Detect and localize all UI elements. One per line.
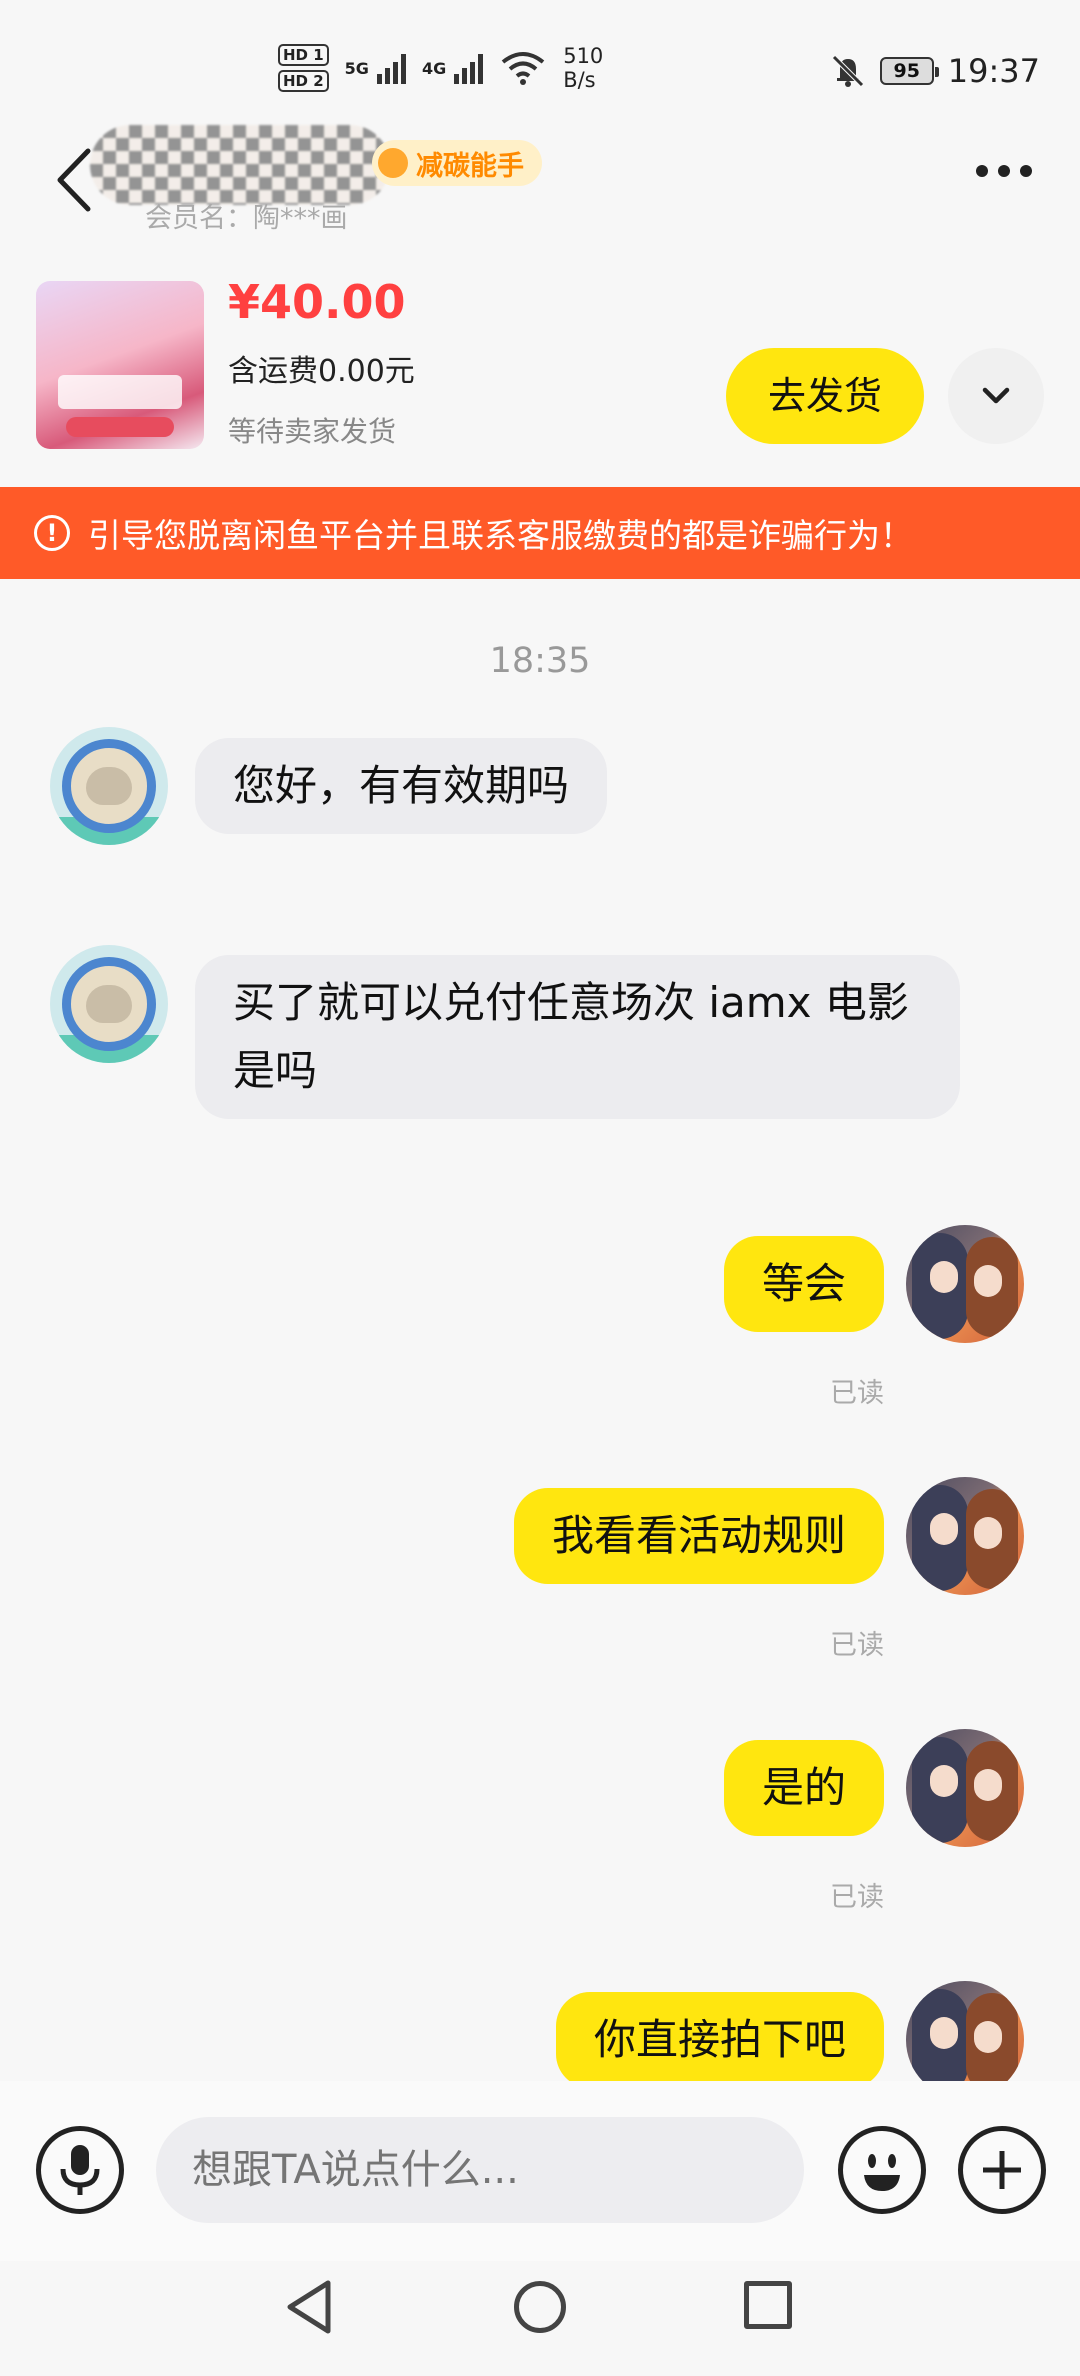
chevron-down-icon (982, 387, 1010, 404)
mic-icon[interactable] (36, 2126, 124, 2214)
nav-home-icon[interactable] (514, 2281, 566, 2333)
nav-back-icon[interactable] (284, 2279, 334, 2335)
product-price: ¥40.00 (228, 275, 406, 329)
system-nav-bar (0, 2261, 1080, 2376)
ship-button[interactable]: 去发货 (726, 348, 924, 444)
thumb-card (58, 375, 182, 409)
more-icon[interactable] (976, 165, 1032, 177)
order-status: 等待卖家发货 (228, 415, 397, 448)
hd1-label: HD 1 (278, 44, 329, 66)
message-bubble[interactable]: 您好，有有效期吗 (195, 738, 608, 834)
expand-button[interactable] (948, 348, 1044, 444)
input-bar (0, 2081, 1080, 2261)
carbon-badge[interactable]: 减碳能手 (372, 140, 542, 186)
seller-avatar[interactable] (50, 727, 168, 845)
read-receipt: 已读 (830, 1630, 884, 1661)
signal1-label: 5G (344, 58, 369, 78)
status-left: HD 1 HD 2 5G 4G 510 B/s (278, 44, 603, 92)
bell-off-icon (832, 55, 864, 87)
signal2-label: 4G (421, 58, 447, 78)
message-bubble[interactable]: 买了就可以兑付任意场次 iamx 电影是吗 (195, 955, 960, 1119)
user-avatar[interactable] (906, 1225, 1024, 1343)
message-bubble[interactable]: 是的 (723, 1740, 884, 1836)
blurred-username (90, 125, 390, 205)
shipping-fee: 含运费0.00元 (228, 354, 415, 389)
emoji-icon[interactable] (838, 2126, 926, 2214)
badge-label: 减碳能手 (416, 150, 524, 182)
nav-recent-icon[interactable] (744, 2281, 792, 2329)
signal2-icon (454, 52, 484, 84)
plus-icon[interactable] (958, 2126, 1046, 2214)
message-bubble[interactable]: 我看看活动规则 (513, 1488, 884, 1584)
product-thumbnail[interactable] (36, 281, 204, 449)
user-avatar[interactable] (906, 1477, 1024, 1595)
signal1-icon (376, 52, 406, 84)
warning-icon: ! (34, 515, 70, 551)
message-bubble[interactable]: 你直接拍下吧 (555, 1992, 884, 2081)
thumb-bar (66, 417, 174, 437)
message-input[interactable] (156, 2117, 804, 2223)
wifi-icon (501, 52, 545, 85)
read-receipt: 已读 (830, 1378, 884, 1409)
net-speed-unit: B/s (563, 68, 596, 92)
chat-timestamp: 18:35 (489, 641, 591, 681)
clock: 19:37 (947, 52, 1040, 90)
battery-icon: 95 (879, 57, 939, 85)
net-speed: 510 B/s (563, 44, 603, 92)
status-right: 95 19:37 (830, 52, 1040, 90)
read-receipt: 已读 (830, 1882, 884, 1913)
warning-text: 引导您脱离闲鱼平台并且联系客服缴费的都是诈骗行为！ (88, 516, 913, 555)
hd-indicator: HD 1 HD 2 (278, 44, 329, 92)
user-avatar[interactable] (906, 1981, 1024, 2081)
message-bubble[interactable]: 等会 (723, 1236, 884, 1332)
net-speed-value: 510 (563, 44, 604, 68)
leaf-icon (378, 148, 408, 178)
member-name: 会员名：陶***画 (145, 203, 348, 234)
seller-avatar[interactable] (50, 945, 168, 1063)
chat-area[interactable]: 18:35 您好，有有效期吗 买了就可以兑付任意场次 iamx 电影是吗 等会 … (0, 579, 1080, 2081)
fraud-warning-banner: ! 引导您脱离闲鱼平台并且联系客服缴费的都是诈骗行为！ (0, 487, 1080, 579)
user-avatar[interactable] (906, 1729, 1024, 1847)
hd2-label: HD 2 (278, 70, 329, 92)
